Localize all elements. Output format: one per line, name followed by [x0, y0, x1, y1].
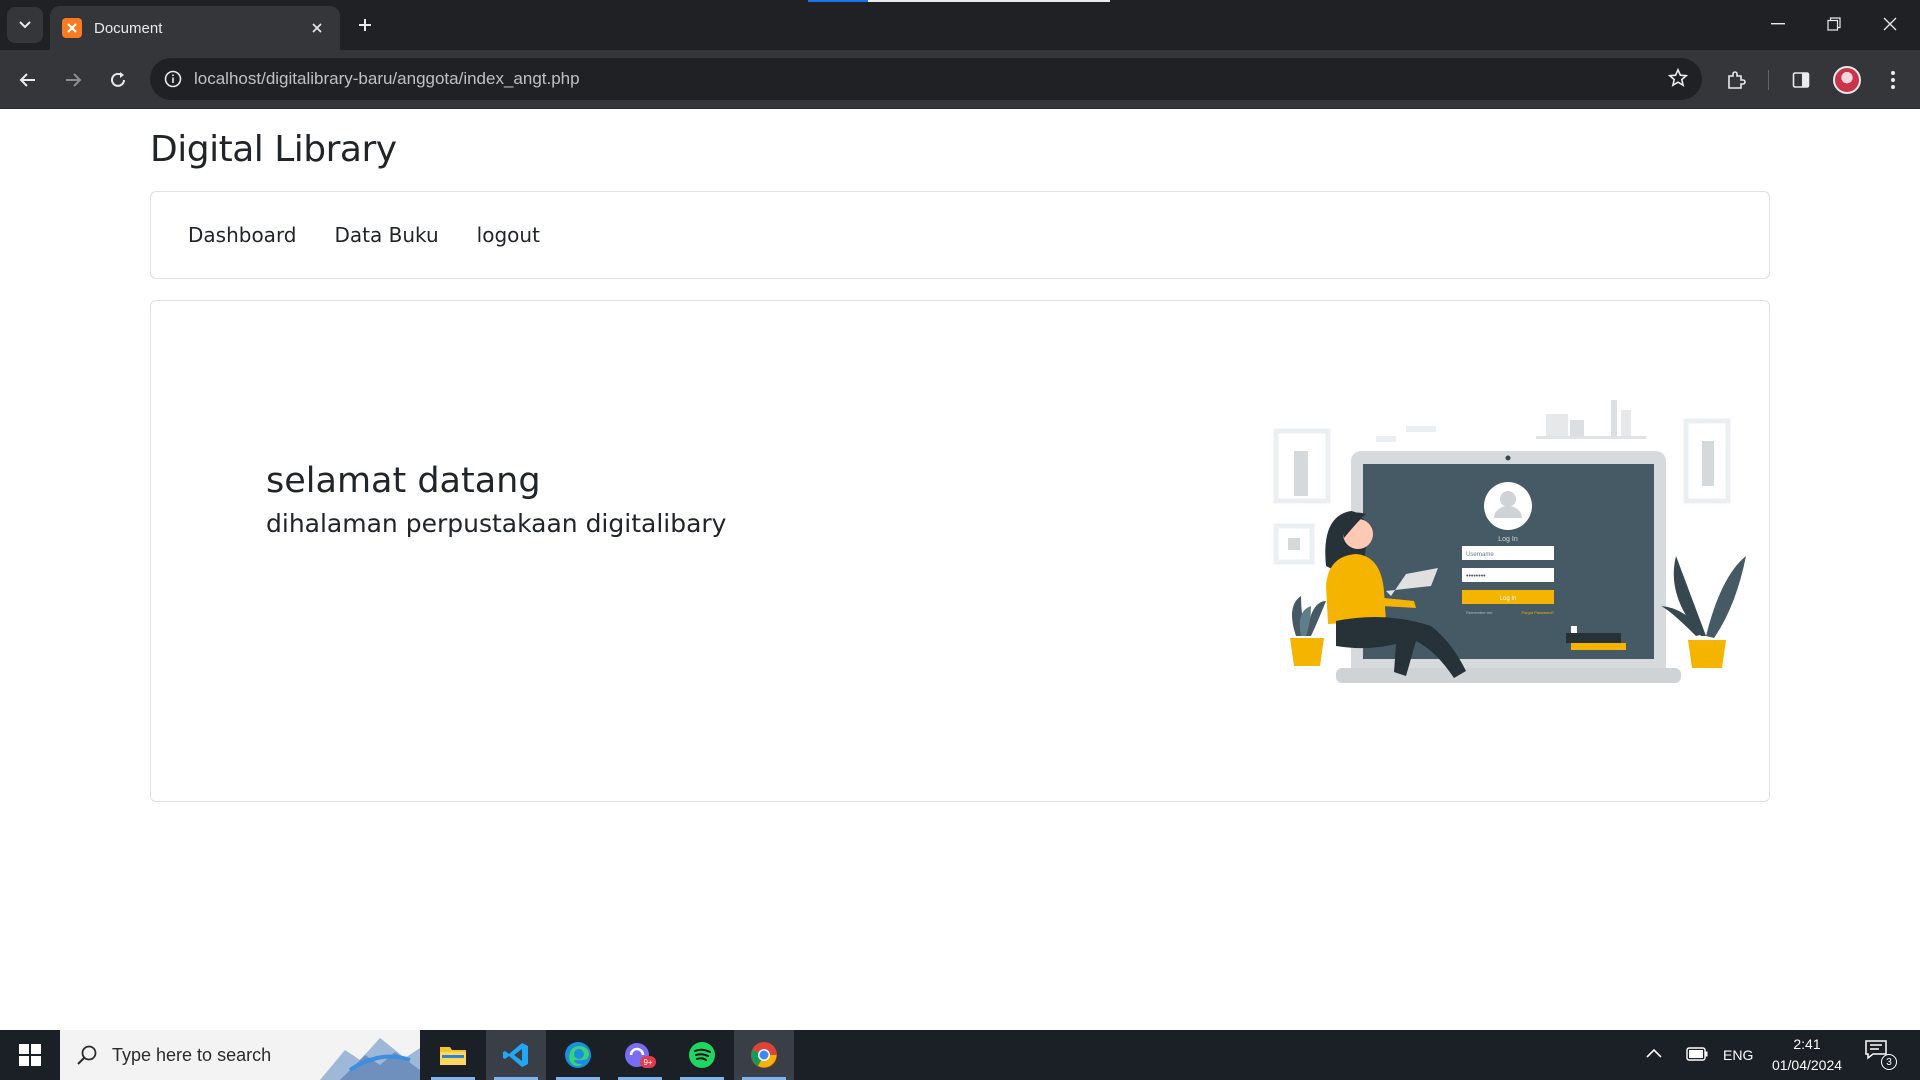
system-clock[interactable]: 2:41 01/04/2024	[1762, 1034, 1852, 1076]
illus-login-label: Log In	[1498, 536, 1518, 543]
url-text: localhost/digitalibrary-baru/anggota/ind…	[194, 69, 580, 88]
tab-search-button[interactable]	[7, 7, 43, 43]
nav-dashboard-link[interactable]: Dashboard	[188, 223, 297, 247]
welcome-card: selamat datang dihalaman perpustakaan di…	[150, 300, 1770, 802]
bookmark-star-icon[interactable]	[1667, 67, 1689, 93]
welcome-subtitle: dihalaman perpustakaan digitalibary	[266, 509, 727, 538]
nav-data-buku-link[interactable]: Data Buku	[335, 223, 439, 247]
restore-window-icon[interactable]	[1806, 0, 1862, 48]
chat-badge-count: 9+	[643, 1058, 652, 1067]
edge-browser-icon[interactable]	[548, 1030, 608, 1080]
side-panel-icon[interactable]	[1783, 62, 1819, 98]
reload-icon[interactable]	[100, 62, 136, 98]
windows-start-icon[interactable]	[0, 1030, 60, 1080]
address-bar[interactable]: localhost/digitalibrary-baru/anggota/ind…	[150, 58, 1702, 100]
clock-date: 01/04/2024	[1771, 1057, 1843, 1073]
close-tab-icon[interactable]	[306, 17, 328, 39]
battery-icon[interactable]	[1686, 1047, 1708, 1066]
close-window-icon[interactable]	[1862, 0, 1918, 48]
login-illustration: Log In Username •••••••• Log In Remember…	[1273, 400, 1746, 683]
spotify-icon[interactable]	[672, 1030, 732, 1080]
browser-tab[interactable]: Document	[50, 6, 340, 50]
more-menu-icon[interactable]	[1875, 62, 1911, 98]
chevron-down-icon	[19, 21, 31, 29]
file-explorer-icon[interactable]	[423, 1030, 483, 1080]
nav-logout-link[interactable]: logout	[477, 223, 540, 247]
new-tab-plus-icon[interactable]	[350, 10, 380, 40]
main-navbar: Dashboard Data Buku logout	[150, 191, 1770, 279]
site-info-icon[interactable]	[164, 70, 182, 88]
site-title: Digital Library	[150, 129, 397, 170]
welcome-title: selamat datang	[266, 461, 541, 501]
illus-login-button: Log In	[1500, 596, 1517, 602]
forward-arrow-icon[interactable]	[55, 62, 91, 98]
illus-username-field: Username	[1466, 552, 1494, 558]
language-indicator[interactable]: ENG	[1723, 1047, 1753, 1063]
toolbar-divider	[1768, 70, 1769, 90]
notification-count-badge: 3	[1881, 1054, 1897, 1070]
search-icon	[77, 1045, 97, 1065]
windows-taskbar: Type here to search 9+ ENG 2:41 01/04/20…	[0, 1030, 1920, 1080]
extensions-puzzle-icon[interactable]	[1718, 62, 1754, 98]
chat-app-icon[interactable]: 9+	[610, 1030, 670, 1080]
chrome-icon[interactable]	[734, 1030, 794, 1080]
illus-password-field: ••••••••	[1466, 573, 1486, 580]
taskbar-search-placeholder: Type here to search	[112, 1044, 272, 1065]
notification-center-icon[interactable]: 3	[1865, 1040, 1905, 1072]
xampp-favicon-icon	[62, 18, 82, 38]
vscode-icon[interactable]	[486, 1030, 546, 1080]
browser-toolbar: localhost/digitalibrary-baru/anggota/ind…	[0, 50, 1920, 109]
search-highlight-art-icon	[320, 1038, 420, 1080]
illus-forgot-text: Forgot Password?	[1522, 610, 1555, 615]
browser-tab-strip: Document	[0, 0, 1920, 50]
back-arrow-icon[interactable]	[10, 62, 46, 98]
minimize-window-icon[interactable]	[1750, 0, 1806, 48]
show-hidden-icons-chevron-icon[interactable]	[1645, 1045, 1663, 1068]
taskbar-search-box[interactable]: Type here to search	[60, 1030, 420, 1080]
clock-time: 2:41	[1793, 1036, 1821, 1052]
tab-loading-bar	[808, 0, 1110, 2]
web-page: Digital Library Dashboard Data Buku logo…	[0, 109, 1920, 1030]
illus-remember-text: Remember me	[1466, 610, 1493, 615]
tab-title: Document	[94, 19, 163, 37]
profile-avatar[interactable]	[1833, 66, 1861, 94]
